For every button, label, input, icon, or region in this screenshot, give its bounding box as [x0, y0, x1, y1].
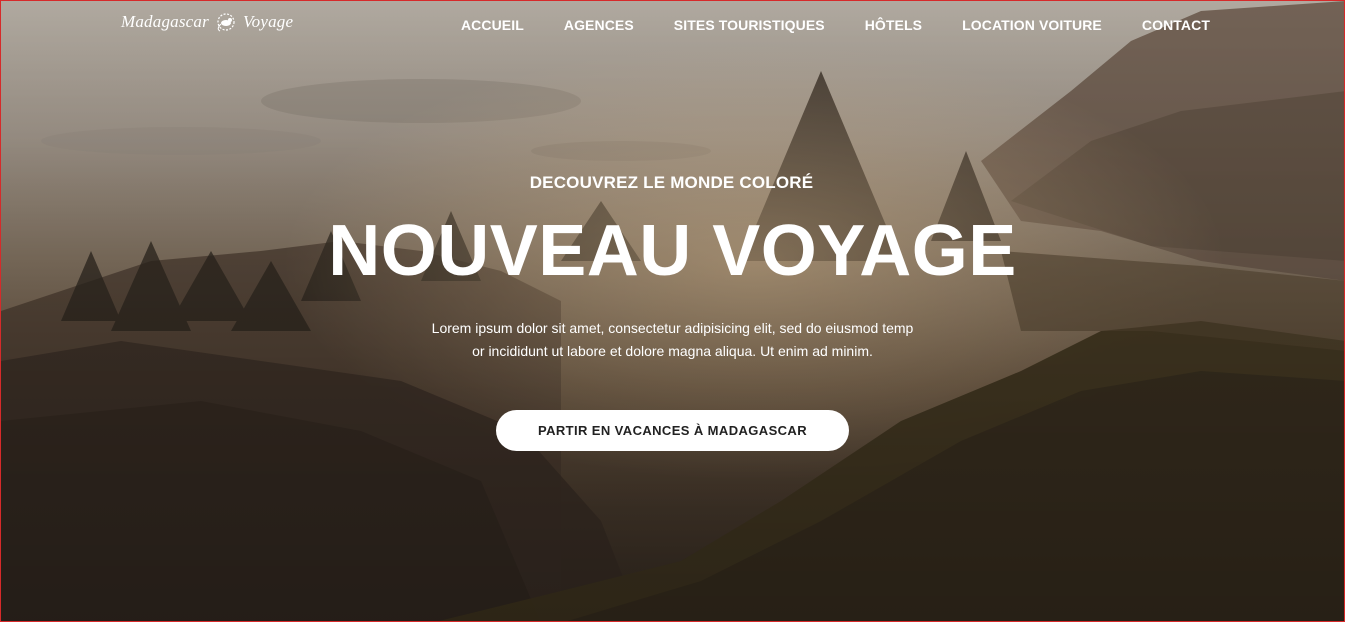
nav-item-agences[interactable]: AGENCES: [564, 17, 634, 33]
hero-title: NOUVEAU VOYAGE: [328, 211, 1017, 291]
lemur-icon: [217, 13, 235, 32]
navbar: Madagascar Voyage ACCUEIL AGENCES SITES …: [1, 1, 1344, 49]
hero-description-line-1: Lorem ipsum dolor sit amet, consectetur …: [431, 320, 914, 336]
nav-item-contact[interactable]: CONTACT: [1142, 17, 1210, 33]
hero-section: Madagascar Voyage ACCUEIL AGENCES SITES …: [0, 0, 1345, 622]
nav-item-location-voiture[interactable]: LOCATION VOITURE: [962, 17, 1102, 33]
cta-button[interactable]: PARTIR EN VACANCES À MADAGASCAR: [495, 410, 850, 451]
hero-description: Lorem ipsum dolor sit amet, consectetur …: [423, 317, 923, 363]
hero-subtitle: DECOUVREZ LE MONDE COLORÉ: [529, 173, 814, 192]
nav-item-accueil[interactable]: ACCUEIL: [461, 17, 524, 33]
site-logo[interactable]: Madagascar Voyage: [121, 11, 293, 33]
nav-item-hotels[interactable]: HÔTELS: [865, 17, 922, 33]
logo-text-left: Madagascar: [121, 12, 209, 31]
hero-description-line-2: or incididunt ut labore et dolore magna …: [472, 343, 873, 359]
main-navigation: ACCUEIL AGENCES SITES TOURISTIQUES HÔTEL…: [461, 17, 1210, 33]
hero-content: DECOUVREZ LE MONDE COLORÉ NOUVEAU VOYAGE…: [1, 173, 1344, 451]
logo-text-right: Voyage: [242, 12, 294, 31]
nav-item-sites-touristiques[interactable]: SITES TOURISTIQUES: [674, 17, 825, 33]
